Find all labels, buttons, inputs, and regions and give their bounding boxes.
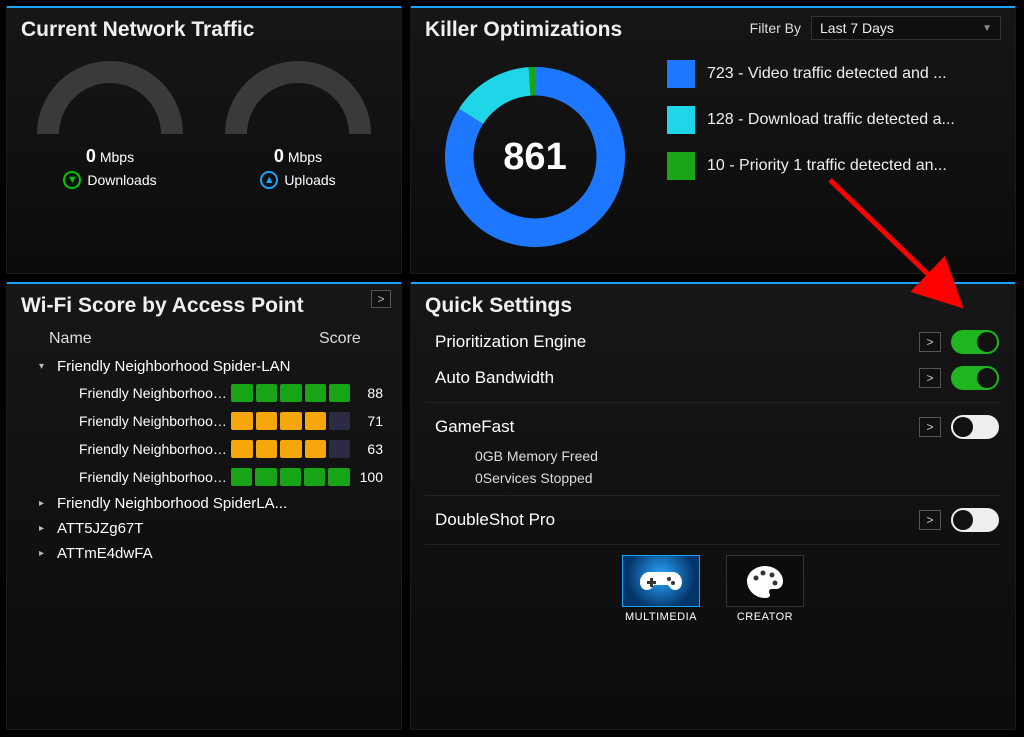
access-point-item[interactable]: Friendly Neighborhood Spide... 88 [21, 379, 383, 407]
access-point-item[interactable]: Friendly Neighborhood Spide... 71 [21, 407, 383, 435]
setting-row: Auto Bandwidth> [425, 360, 1001, 396]
gamefast-services: 0Services Stopped [425, 467, 1001, 489]
legend-row[interactable]: 128 - Download traffic detected a... [667, 106, 1001, 134]
donut-total: 861 [435, 57, 635, 257]
gamefast-toggle[interactable] [951, 415, 999, 439]
upload-arc-icon [218, 52, 378, 140]
doubleshot-label: DoubleShot Pro [435, 510, 919, 530]
download-speed: 0 Mbps [86, 146, 134, 167]
panel-title: Wi-Fi Score by Access Point [21, 294, 387, 318]
access-point-group[interactable]: ▸ ATT5JZg67T [21, 516, 383, 541]
upload-label: Uploads [284, 172, 335, 188]
upload-speed: 0 Mbps [274, 146, 322, 167]
upload-gauge: 0 Mbps ▲ Uploads [209, 52, 387, 189]
network-traffic-panel: Current Network Traffic 0 Mbps ▼ Downloa… [6, 6, 402, 274]
ap-name: ATT5JZg67T [57, 520, 143, 537]
doubleshot-expand-button[interactable]: > [919, 510, 941, 530]
wifi-score-panel: Wi-Fi Score by Access Point > Name Score… [6, 282, 402, 730]
access-point-group[interactable]: ▸ Friendly Neighborhood SpiderLA... [21, 491, 383, 516]
download-arc-icon [30, 52, 190, 140]
filter-select[interactable]: Last 7 Days ▼ [811, 16, 1001, 40]
ap-name: Friendly Neighborhood SpiderLA... [57, 495, 287, 512]
access-point-item[interactable]: Friendly Neighborhood Spide... 100 [21, 463, 383, 491]
setting-expand-button[interactable]: > [919, 332, 941, 352]
doubleshot-toggle[interactable] [951, 508, 999, 532]
panel-title: Quick Settings [425, 294, 1001, 318]
legend-text: 128 - Download traffic detected a... [707, 111, 955, 129]
gamefast-memory: 0GB Memory Freed [425, 445, 1001, 467]
expand-button[interactable]: > [371, 290, 391, 308]
access-point-group[interactable]: ▾ Friendly Neighborhood Spider-LAN [21, 354, 383, 379]
filter-by-label: Filter By [750, 20, 801, 36]
palette-icon [726, 555, 804, 607]
setting-expand-button[interactable]: > [919, 368, 941, 388]
mode-label: CREATOR [737, 611, 793, 623]
ap-score: 71 [350, 413, 383, 429]
disclosure-triangle-icon: ▾ [39, 361, 49, 372]
disclosure-triangle-icon: ▸ [39, 523, 49, 534]
access-point-item[interactable]: Friendly Neighborhood Spide... 63 [21, 435, 383, 463]
setting-toggle[interactable] [951, 330, 999, 354]
column-score: Score [319, 330, 361, 348]
legend-row[interactable]: 10 - Priority 1 traffic detected an... [667, 152, 1001, 180]
doubleshot-row: DoubleShot Pro > [425, 502, 1001, 538]
ap-child-name: Friendly Neighborhood Spide... [79, 469, 231, 485]
legend-swatch-icon [667, 60, 695, 88]
quick-settings-panel: Quick Settings Prioritization Engine>Aut… [410, 282, 1016, 730]
ap-score: 88 [350, 385, 383, 401]
ap-child-name: Friendly Neighborhood Spide... [79, 413, 231, 429]
setting-row: Prioritization Engine> [425, 324, 1001, 360]
optimizations-panel: Killer Optimizations Filter By Last 7 Da… [410, 6, 1016, 274]
gamefast-expand-button[interactable]: > [919, 417, 941, 437]
disclosure-triangle-icon: ▸ [39, 498, 49, 509]
column-name: Name [49, 330, 319, 348]
setting-label: Prioritization Engine [435, 332, 919, 352]
panel-title: Current Network Traffic [21, 18, 387, 42]
optimizations-donut-chart: 861 [435, 57, 635, 257]
ap-score: 63 [350, 441, 383, 457]
download-gauge: 0 Mbps ▼ Downloads [21, 52, 199, 189]
ap-child-name: Friendly Neighborhood Spide... [79, 441, 231, 457]
legend-text: 723 - Video traffic detected and ... [707, 65, 947, 83]
chevron-down-icon: ▼ [982, 23, 992, 34]
filter-value: Last 7 Days [820, 20, 894, 36]
ap-name: Friendly Neighborhood Spider-LAN [57, 358, 290, 375]
score-bar [231, 468, 350, 486]
ap-child-name: Friendly Neighborhood Spide... [79, 385, 231, 401]
mode-multimedia[interactable]: MULTIMEDIA [622, 555, 700, 623]
legend-row[interactable]: 723 - Video traffic detected and ... [667, 60, 1001, 88]
ap-score: 100 [350, 469, 383, 485]
legend-swatch-icon [667, 106, 695, 134]
gamepad-icon [622, 555, 700, 607]
download-icon: ▼ [63, 171, 81, 189]
legend-text: 10 - Priority 1 traffic detected an... [707, 157, 947, 175]
ap-name: ATTmE4dwFA [57, 545, 153, 562]
score-bar [231, 440, 350, 458]
score-bar [231, 412, 350, 430]
mode-label: MULTIMEDIA [625, 611, 697, 623]
upload-icon: ▲ [260, 171, 278, 189]
access-point-group[interactable]: ▸ ATTmE4dwFA [21, 541, 383, 566]
gamefast-row: GameFast > [425, 409, 1001, 445]
setting-label: Auto Bandwidth [435, 368, 919, 388]
disclosure-triangle-icon: ▸ [39, 548, 49, 559]
download-label: Downloads [87, 172, 156, 188]
setting-toggle[interactable] [951, 366, 999, 390]
gamefast-label: GameFast [435, 417, 919, 437]
mode-creator[interactable]: CREATOR [726, 555, 804, 623]
legend-swatch-icon [667, 152, 695, 180]
wifi-list[interactable]: ▾ Friendly Neighborhood Spider-LAN Friendl… [21, 354, 387, 694]
score-bar [231, 384, 350, 402]
